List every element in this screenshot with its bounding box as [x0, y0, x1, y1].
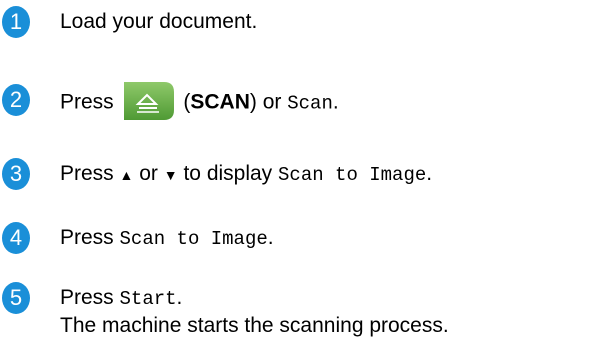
- scan-to-image-text: Scan to Image: [278, 164, 427, 186]
- period: .: [176, 286, 183, 309]
- press-word: Press: [60, 286, 114, 309]
- scan-document-icon: [123, 82, 174, 120]
- step-number: 5: [2, 282, 30, 314]
- step-number: 2: [2, 84, 30, 116]
- period: .: [426, 162, 433, 185]
- step-text: Press (SCAN) or Scan.: [60, 82, 339, 122]
- press-word: Press: [60, 226, 114, 249]
- period: .: [332, 90, 339, 114]
- step-text: Load your document.: [60, 10, 258, 33]
- start-text: Start: [119, 288, 177, 310]
- step-text: Press Scan to Image.: [60, 222, 274, 255]
- up-arrow-icon: ▲: [119, 167, 134, 183]
- step-number: 4: [2, 222, 30, 254]
- press-word: Press: [60, 90, 114, 114]
- step-text: Press ▲ or ▼ to display Scan to Image.: [60, 158, 432, 191]
- period: .: [267, 226, 274, 249]
- or-word: or: [139, 162, 158, 185]
- down-arrow-icon: ▼: [163, 167, 178, 183]
- step-number: 3: [2, 158, 30, 190]
- paren-close-or: ) or: [249, 90, 282, 114]
- scan-label: SCAN: [190, 90, 250, 114]
- to-display-text: to display: [183, 162, 273, 185]
- scan-to-image-text: Scan to Image: [119, 228, 268, 250]
- step-description: The machine starts the scanning process.: [60, 314, 449, 337]
- press-word: Press: [60, 162, 114, 185]
- step-number: 1: [2, 6, 30, 38]
- scan-menu-text: Scan: [287, 92, 333, 115]
- scan-button[interactable]: [123, 82, 174, 120]
